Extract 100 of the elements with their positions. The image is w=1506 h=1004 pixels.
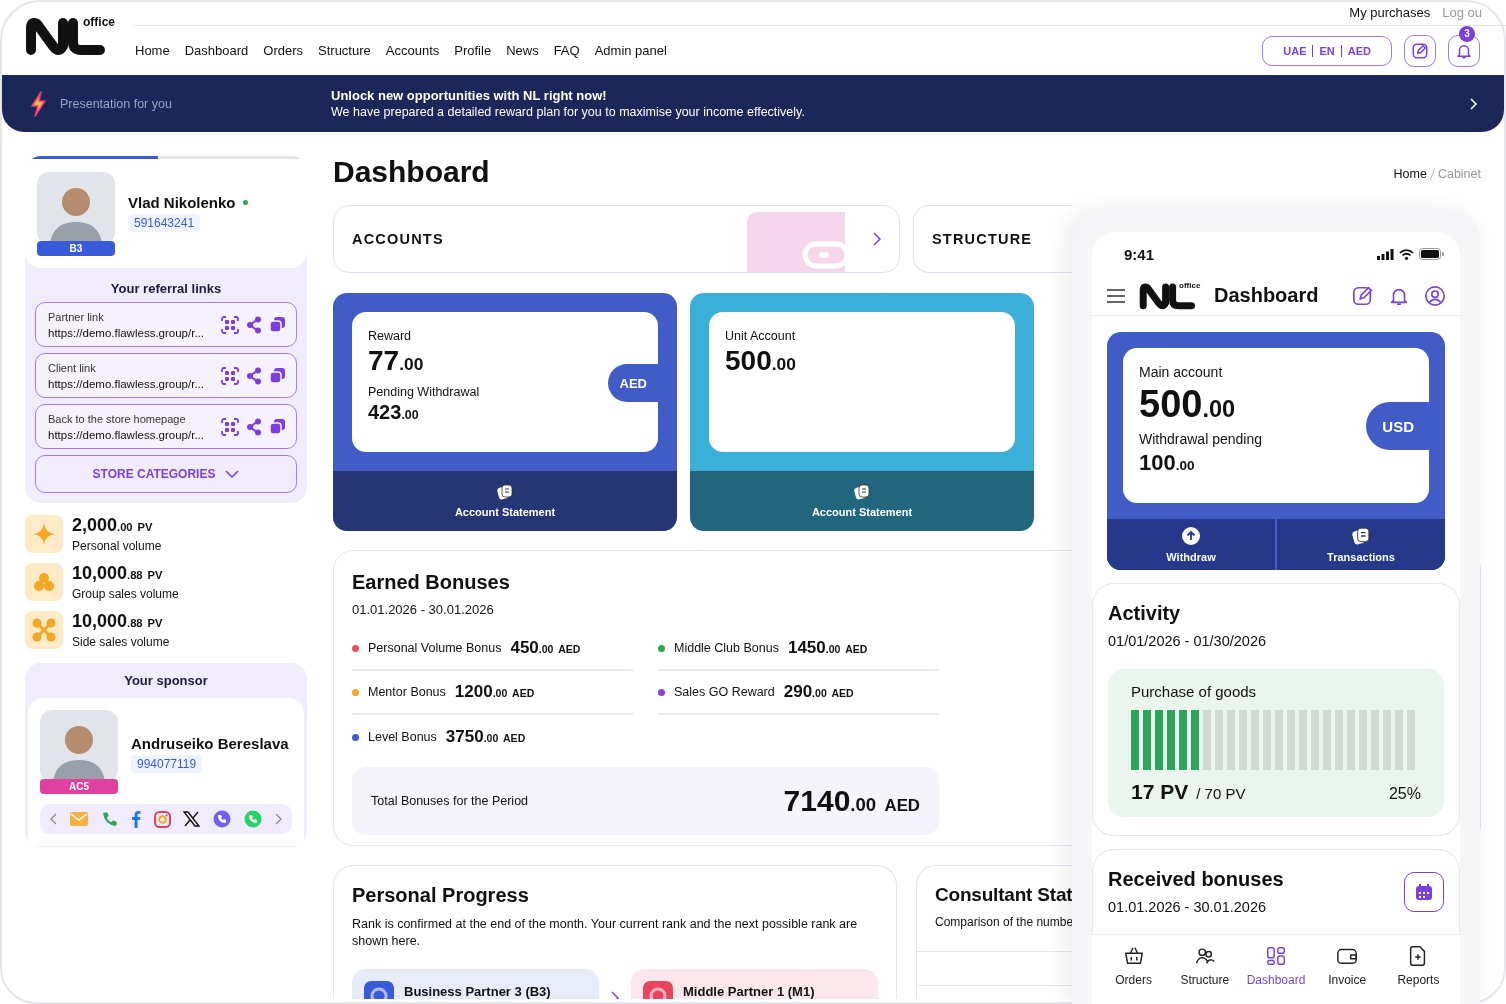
card-title: Consultant Stat (935, 884, 1073, 906)
link-url: https://demo.flawless.group/r... (48, 377, 205, 390)
wallet-icon (747, 210, 845, 272)
qr-code-icon[interactable] (221, 417, 239, 436)
account-label: Unit Account (725, 329, 797, 343)
volume-value: 10,000.88 PV (72, 611, 163, 631)
bonus-name: Mentor Bonus (368, 685, 446, 699)
account-label: Pending Withdrawal (368, 385, 481, 399)
pending-amount: 423.00 (368, 401, 420, 424)
phone-icon[interactable] (100, 810, 118, 828)
nav-link[interactable]: Dashboard (184, 43, 249, 58)
tab-bar-item[interactable]: Reports (1382, 935, 1454, 1004)
nav-link[interactable]: Profile (454, 43, 492, 58)
share-icon[interactable] (246, 315, 262, 334)
top-link[interactable]: My purchases (1349, 5, 1431, 20)
volume-value: 2,000.00 PV (72, 515, 153, 535)
battery-icon (1419, 248, 1444, 261)
link-url: https://demo.flawless.group/r... (48, 428, 205, 441)
qr-code-icon[interactable] (221, 366, 239, 385)
upload-icon (1182, 526, 1200, 545)
banner-title: Unlock new opportunities with NL right now! (331, 88, 608, 103)
qr-code-icon[interactable] (221, 315, 239, 334)
presentation-link[interactable]: Presentation for you (60, 96, 172, 111)
user-icon[interactable] (1424, 284, 1446, 307)
volume-label: Group sales volume (72, 587, 179, 601)
edit-button[interactable] (1404, 34, 1436, 67)
share-icon[interactable] (246, 366, 262, 385)
signal-icon (1377, 248, 1394, 260)
account-statement-button[interactable]: Account Statement (690, 471, 1034, 531)
nav-link[interactable]: Accounts (385, 43, 440, 58)
nav-link[interactable]: Orders (263, 43, 304, 58)
chevron-left-icon[interactable] (50, 813, 57, 825)
rank-badge: AC5 (40, 779, 118, 794)
logo-text: office (1179, 280, 1201, 290)
section-label: ACCOUNTS (352, 231, 444, 247)
card-title: Activity (1108, 602, 1182, 626)
sparkle-icon (25, 515, 63, 553)
nav-link[interactable]: Admin panel (594, 43, 667, 58)
period-text: 01/01/2026 - 01/30/2026 (1108, 633, 1268, 650)
statement-icon (854, 484, 870, 500)
locale-button[interactable]: UAE EN AED (1262, 35, 1392, 66)
account-statement-button[interactable]: Account Statement (333, 471, 677, 531)
status-time: 9:41 (1124, 245, 1155, 263)
section-title: Your referral links (109, 281, 223, 296)
account-label: Withdrawal pending (1139, 431, 1263, 448)
calendar-icon (1415, 883, 1433, 902)
share-icon[interactable] (246, 417, 262, 436)
bonus-amount: 1200.00 AED (454, 682, 535, 702)
meter-label: Purchase of goods (1131, 683, 1258, 701)
rank-name: Middle Partner 1 (M1) (683, 984, 815, 999)
page-title: Dashboard (333, 155, 490, 189)
copy-icon[interactable] (269, 417, 286, 435)
edit-icon[interactable] (1352, 284, 1374, 307)
tab-bar-item[interactable]: Dashboard (1240, 935, 1312, 1004)
total-amount: 7140.00 AED (783, 784, 920, 818)
tab-bar-item[interactable]: Structure (1169, 935, 1241, 1004)
rank-badge: B3 (37, 241, 115, 256)
social-icon[interactable] (183, 811, 201, 827)
bonus-name: Sales GO Reward (674, 685, 775, 699)
calendar-button[interactable] (1404, 872, 1444, 913)
nav-link[interactable]: Home (135, 43, 170, 58)
grid-icon (1265, 945, 1287, 967)
account-action-button[interactable]: Withdraw (1107, 519, 1275, 571)
bonus-name: Level Bonus (368, 730, 437, 744)
person-avatar-icon (37, 172, 115, 244)
account-action-button[interactable]: Transactions (1277, 519, 1445, 571)
nav-link[interactable]: Structure (318, 43, 371, 58)
nav-link[interactable]: News (506, 43, 539, 58)
bonus-amount: 290.00 AED (783, 682, 854, 702)
total-label: Total Bonuses for the Period (371, 794, 529, 808)
account-label: Main account (1139, 364, 1224, 381)
stats-text: Comparison of the numbe (935, 915, 1073, 929)
nav-link[interactable]: FAQ (553, 43, 580, 58)
chevron-down-icon (225, 470, 240, 478)
copy-icon[interactable] (269, 315, 286, 333)
store-categories-button[interactable]: STORE CATEGORIES (35, 455, 297, 493)
period-text: 01.01.2026 - 30.01.2026 (352, 602, 494, 617)
account-label: Reward (368, 329, 413, 343)
copy-icon[interactable] (269, 366, 286, 384)
edit-icon (1411, 41, 1429, 60)
section-label: STRUCTURE (932, 231, 1033, 247)
tab-bar-item[interactable]: Orders (1098, 935, 1170, 1004)
pending-amount: 100.00 (1139, 450, 1196, 477)
card-title: Personal Progress (352, 884, 530, 907)
link-label: Back to the store homepage (48, 412, 187, 425)
bonus-name: Middle Club Bonus (674, 641, 779, 655)
lightning-icon (30, 90, 46, 117)
period-text: 01.01.2026 - 30.01.2026 (1108, 899, 1268, 916)
bonus-name: Personal Volume Bonus (368, 641, 502, 655)
section-card[interactable]: STRUCTURE (913, 205, 1072, 273)
volume-label: Personal volume (72, 539, 162, 553)
breadcrumb-link[interactable]: Home (1393, 167, 1427, 181)
section-card[interactable]: ACCOUNTS (333, 205, 900, 273)
sponsor-name: Andruseiko Bereslava (131, 735, 289, 752)
bonus-amount: 1450.00 AED (787, 638, 868, 658)
menu-icon[interactable] (1106, 288, 1126, 303)
link-label: Partner link (48, 310, 105, 323)
tab-bar-item[interactable]: Invoice (1311, 935, 1383, 1004)
meter-target: / 70 PV (1196, 785, 1246, 803)
bonus-amount: 3750.00 AED (445, 727, 526, 747)
